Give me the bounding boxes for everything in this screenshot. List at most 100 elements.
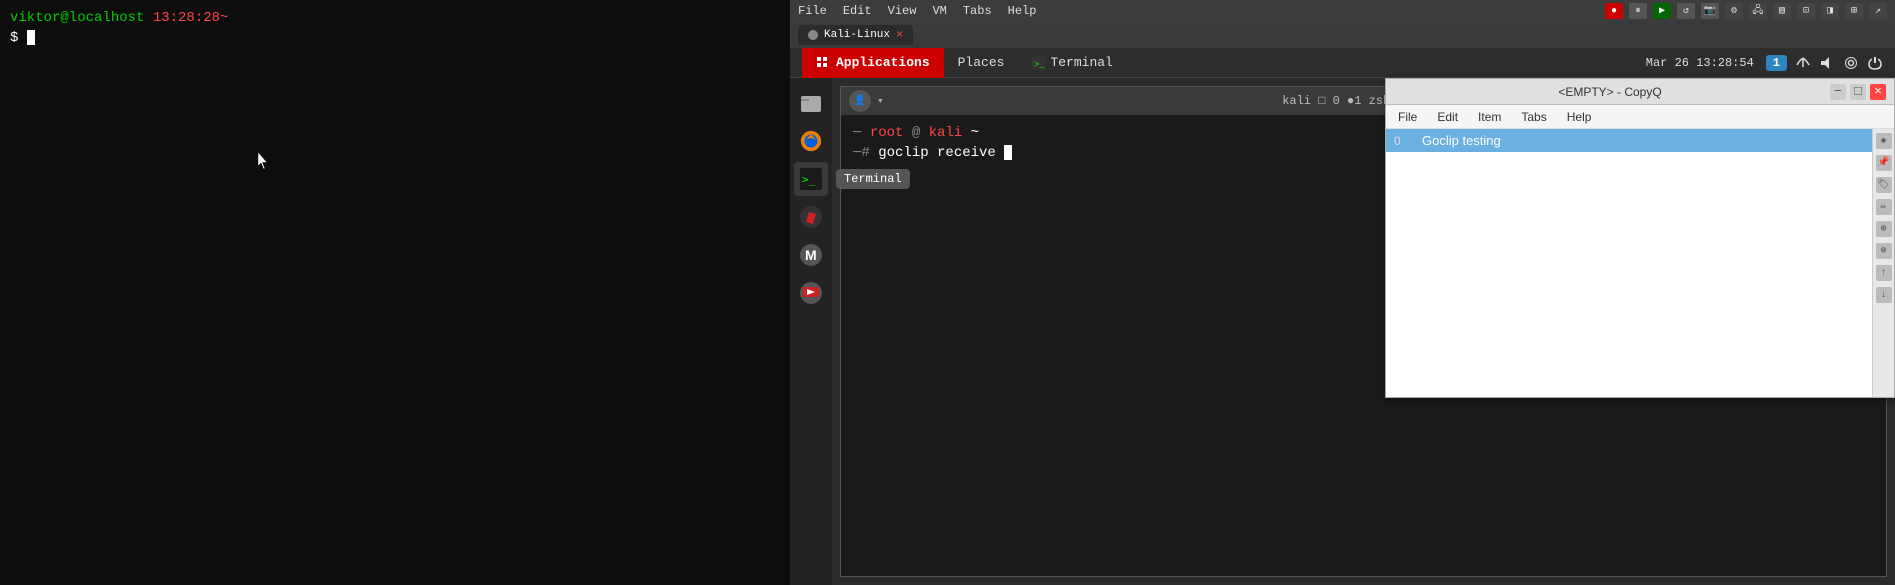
vm-menu-vm[interactable]: VM — [932, 4, 946, 18]
copyq-titlebar: <EMPTY> - CopyQ − □ × — [1386, 79, 1894, 105]
power-icon — [1867, 55, 1883, 71]
applications-menu[interactable]: Applications — [802, 48, 944, 78]
terminal-avatar: 👤 — [849, 90, 871, 112]
prompt-user: root — [870, 125, 904, 141]
prompt-tilde: ~ — [971, 125, 979, 141]
kali-desktop: Kali-Linux × Applications Places — [790, 22, 1895, 585]
kali-top-icons: 1 — [1766, 55, 1883, 71]
prompt-deco-left: ─ — [853, 125, 861, 141]
prompt-at: @ — [912, 125, 920, 141]
terminal-tooltip: Terminal — [836, 169, 910, 189]
copyq-side-icon-2[interactable]: 📌 — [1876, 155, 1892, 171]
copyq-menu-item[interactable]: Item — [1474, 110, 1505, 124]
sidebar-firefox[interactable] — [794, 124, 828, 158]
apps-grid-icon — [816, 56, 830, 70]
mouse-cursor — [258, 152, 270, 170]
vm-menu-tabs[interactable]: Tabs — [963, 4, 992, 18]
left-term-cursor — [27, 30, 35, 45]
sidebar-presentation[interactable] — [794, 276, 828, 310]
sidebar-mail[interactable]: M — [794, 238, 828, 272]
vm-icon-7[interactable]: ⊞ — [1845, 3, 1863, 19]
notification-badge[interactable]: 1 — [1766, 55, 1787, 71]
sidebar-filemanager[interactable] — [794, 86, 828, 120]
terminal-command: goclip receive — [878, 145, 996, 161]
terminal-menu-label: Terminal — [1050, 55, 1112, 70]
left-term-userhost: viktor@localhost — [10, 10, 144, 26]
vm-play-btn[interactable]: ▶ — [1653, 3, 1671, 19]
copyq-content: 0 Goclip testing ◈ 📌 🏷 ✏ ⊕ ⊗ ↑ ↓ — [1386, 129, 1894, 397]
vm-refresh-btn[interactable]: ↺ — [1677, 3, 1695, 19]
copyq-side-icon-5[interactable]: ⊕ — [1876, 221, 1892, 237]
vm-menu-help[interactable]: Help — [1008, 4, 1037, 18]
audio-icon — [1819, 55, 1835, 71]
prompt-host: kali — [929, 125, 963, 141]
vm-snap-btn[interactable]: 📷 — [1701, 3, 1719, 19]
settings-icon — [1843, 55, 1859, 71]
vm-icon-8[interactable]: ↗ — [1869, 3, 1887, 19]
kali-topmenu: Applications Places >_ Terminal Mar 26 1… — [790, 48, 1895, 78]
kali-tab-label: Kali-Linux — [824, 29, 890, 41]
vm-icon-3[interactable]: 🖧 — [1749, 3, 1767, 19]
prompt-hash: ─# — [853, 145, 870, 161]
terminal-dropdown[interactable]: ▾ — [877, 94, 884, 108]
copyq-menu-help[interactable]: Help — [1563, 110, 1596, 124]
copyq-menubar: File Edit Item Tabs Help — [1386, 105, 1894, 129]
copyq-menu-file[interactable]: File — [1394, 110, 1421, 124]
vm-icon-5[interactable]: ⊡ — [1797, 3, 1815, 19]
network-icon — [1795, 55, 1811, 71]
svg-text:>_: >_ — [1034, 60, 1045, 70]
right-panel: File Edit View VM Tabs Help ● ⏸ ▶ ↺ 📷 ⚙ … — [790, 0, 1895, 585]
sidebar-editor[interactable] — [794, 200, 828, 234]
mail-icon: M — [799, 243, 823, 267]
copyq-menu-edit[interactable]: Edit — [1433, 110, 1462, 124]
vm-pause-btn[interactable]: ⏸ — [1629, 3, 1647, 19]
vm-record-btn[interactable]: ● — [1605, 3, 1623, 19]
desktop-area: >_ Terminal M — [790, 78, 1895, 585]
copyq-window: <EMPTY> - CopyQ − □ × File Edit Item Tab… — [1385, 78, 1895, 398]
sidebar-terminal[interactable]: >_ Terminal — [794, 162, 828, 196]
copyq-side-icon-1[interactable]: ◈ — [1876, 133, 1892, 149]
terminal-menu-icon: >_ — [1032, 56, 1046, 70]
kali-datetime: Mar 26 13:28:54 — [1646, 56, 1754, 70]
presentation-icon — [799, 281, 823, 305]
kali-tab-close[interactable]: × — [896, 28, 903, 42]
copyq-list: 0 Goclip testing — [1386, 129, 1872, 397]
copyq-close-btn[interactable]: × — [1870, 84, 1886, 100]
copyq-side-icon-3[interactable]: 🏷 — [1876, 177, 1892, 193]
kali-sidebar: >_ Terminal M — [790, 78, 832, 585]
copyq-menu-tabs[interactable]: Tabs — [1517, 110, 1550, 124]
places-label: Places — [958, 55, 1005, 70]
copyq-side-icon-8[interactable]: ↓ — [1876, 287, 1892, 303]
left-term-time: 13:28:28~ — [153, 10, 229, 26]
firefox-icon — [799, 129, 823, 153]
terminal-cursor — [1004, 145, 1012, 160]
copyq-item-num: 0 — [1394, 134, 1412, 148]
copyq-sidebar: ◈ 📌 🏷 ✏ ⊕ ⊗ ↑ ↓ — [1872, 129, 1894, 397]
svg-text:>_: >_ — [802, 173, 816, 186]
vm-toolbar-icons: ● ⏸ ▶ ↺ 📷 ⚙ 🖧 ▤ ⊡ ◨ ⊞ ↗ — [1605, 3, 1887, 19]
applications-label: Applications — [836, 55, 930, 70]
vm-menu-view[interactable]: View — [888, 4, 917, 18]
vm-menu-file[interactable]: File — [798, 4, 827, 18]
svg-text:M: M — [805, 247, 817, 263]
copyq-side-icon-6[interactable]: ⊗ — [1876, 243, 1892, 259]
copyq-title: <EMPTY> - CopyQ — [1394, 85, 1826, 99]
editor-icon — [799, 205, 823, 229]
left-term-prompt: $ — [10, 30, 27, 46]
vm-icon-2[interactable]: ⚙ — [1725, 3, 1743, 19]
kali-top-right: Mar 26 13:28:54 1 — [1646, 55, 1883, 71]
copyq-maximize-btn[interactable]: □ — [1850, 84, 1866, 100]
vm-menu-edit[interactable]: Edit — [843, 4, 872, 18]
terminal-menu[interactable]: >_ Terminal — [1018, 48, 1126, 78]
kali-tabbar: Kali-Linux × — [790, 22, 1895, 48]
vm-menubar: File Edit View VM Tabs Help ● ⏸ ▶ ↺ 📷 ⚙ … — [790, 0, 1895, 22]
copyq-minimize-btn[interactable]: − — [1830, 84, 1846, 100]
terminal-sidebar-icon: >_ — [799, 167, 823, 191]
copyq-list-item[interactable]: 0 Goclip testing — [1386, 129, 1872, 152]
copyq-side-icon-7[interactable]: ↑ — [1876, 265, 1892, 281]
places-menu[interactable]: Places — [944, 48, 1019, 78]
vm-icon-4[interactable]: ▤ — [1773, 3, 1791, 19]
vm-icon-6[interactable]: ◨ — [1821, 3, 1839, 19]
copyq-side-icon-4[interactable]: ✏ — [1876, 199, 1892, 215]
kali-tab[interactable]: Kali-Linux × — [798, 25, 913, 45]
